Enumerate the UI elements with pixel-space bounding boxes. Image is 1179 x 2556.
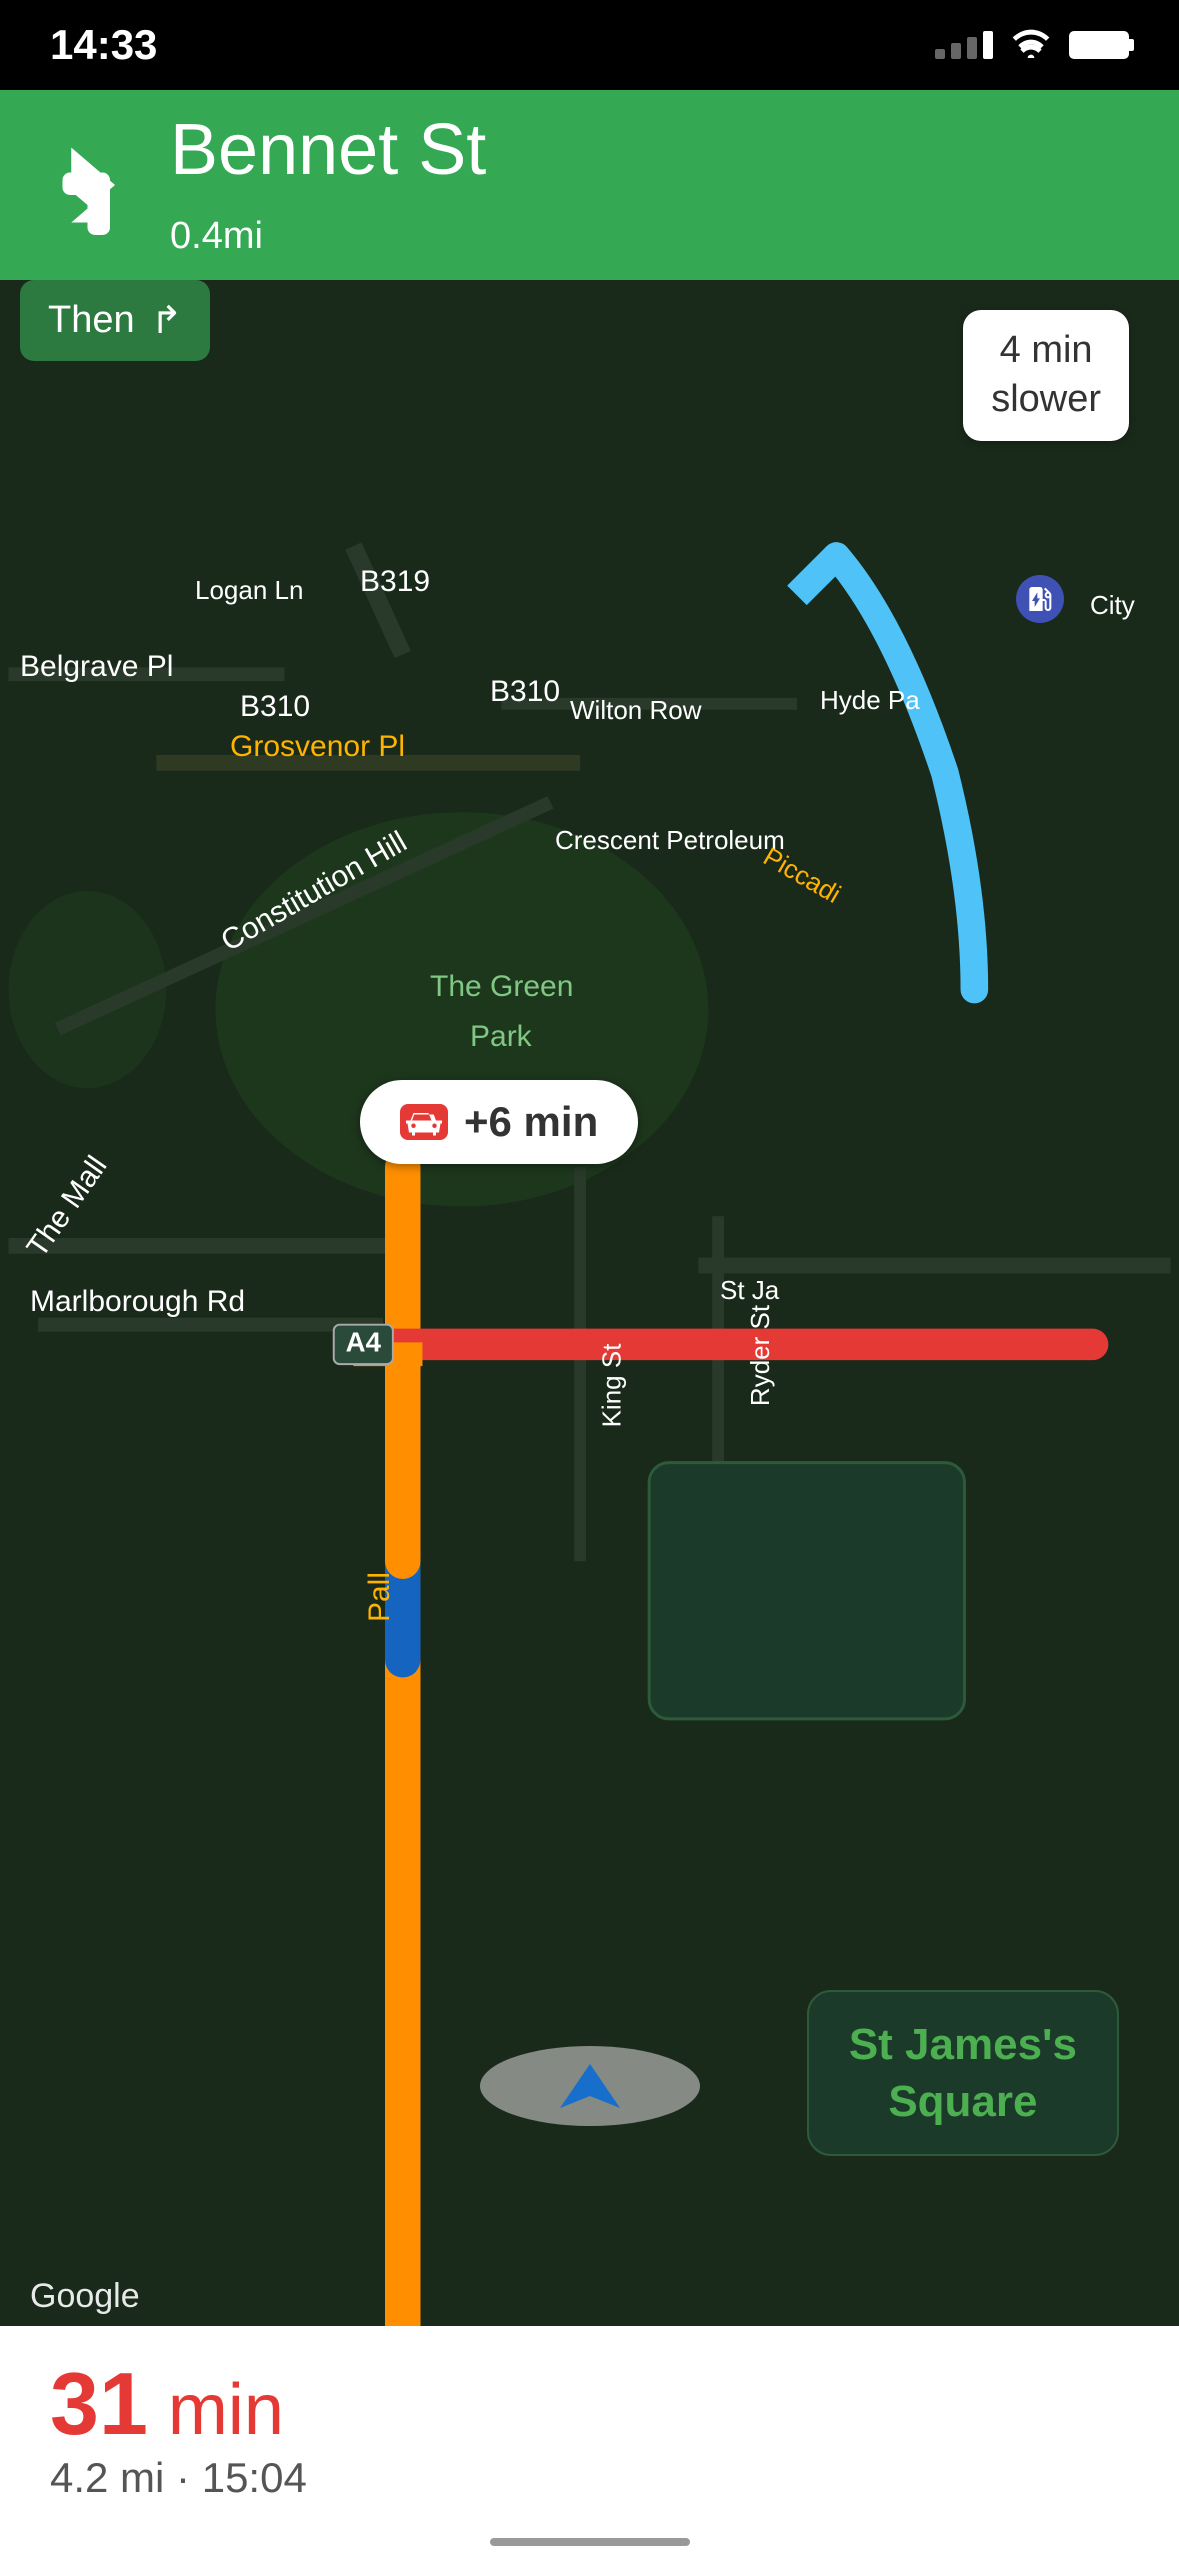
- eta-minutes-unit: min: [148, 2370, 284, 2450]
- eta-minutes-num: 31: [50, 2354, 148, 2453]
- bottom-bar: 31 min 4.2 mi · 15:04: [0, 2326, 1179, 2556]
- slower-text-line1: 4 min: [991, 326, 1101, 375]
- eta-separator: ·: [176, 2454, 190, 2501]
- then-label: Then: [48, 299, 135, 342]
- nav-distance: 0.4mi: [170, 191, 486, 259]
- google-watermark: Google: [30, 2277, 140, 2316]
- eta-arrival: 15:04: [202, 2454, 307, 2501]
- nav-header: Bennet St 0.4mi: [0, 90, 1179, 280]
- eta-time: 31 min: [50, 2360, 1129, 2448]
- delay-badge: +6 min: [360, 1080, 638, 1164]
- square-text-line2: Square: [849, 2073, 1077, 2130]
- square-label: St James's Square: [807, 1990, 1119, 2156]
- then-turn-icon: ↱: [151, 298, 183, 343]
- nav-info: Bennet St 0.4mi: [170, 111, 486, 258]
- delay-time-text: +6 min: [464, 1098, 598, 1146]
- traffic-car-icon: [400, 1104, 448, 1140]
- fuel-station-icon: [1016, 575, 1064, 623]
- nav-distance-value: 0.4: [170, 215, 223, 257]
- turn-arrow-left-icon: [40, 120, 140, 250]
- svg-text:A4: A4: [346, 1326, 382, 1357]
- nav-distance-unit: mi: [223, 215, 263, 257]
- then-box: Then ↱: [20, 280, 210, 361]
- status-icons: [935, 28, 1129, 63]
- battery-icon: [1069, 31, 1129, 59]
- signal-icon: [935, 31, 993, 59]
- nav-street: Bennet St: [170, 111, 486, 190]
- eta-details: 4.2 mi · 15:04: [50, 2454, 1129, 2502]
- slower-badge: 4 min slower: [963, 310, 1129, 441]
- wifi-icon: [1011, 28, 1051, 63]
- home-indicator: [490, 2538, 690, 2546]
- eta-distance: 4.2 mi: [50, 2454, 164, 2501]
- nav-arrow: [480, 2046, 700, 2126]
- nav-arrow-oval: [480, 2046, 700, 2126]
- status-time: 14:33: [50, 21, 157, 69]
- slower-text-line2: slower: [991, 375, 1101, 424]
- status-bar: 14:33: [0, 0, 1179, 90]
- square-text-line1: St James's: [849, 2016, 1077, 2073]
